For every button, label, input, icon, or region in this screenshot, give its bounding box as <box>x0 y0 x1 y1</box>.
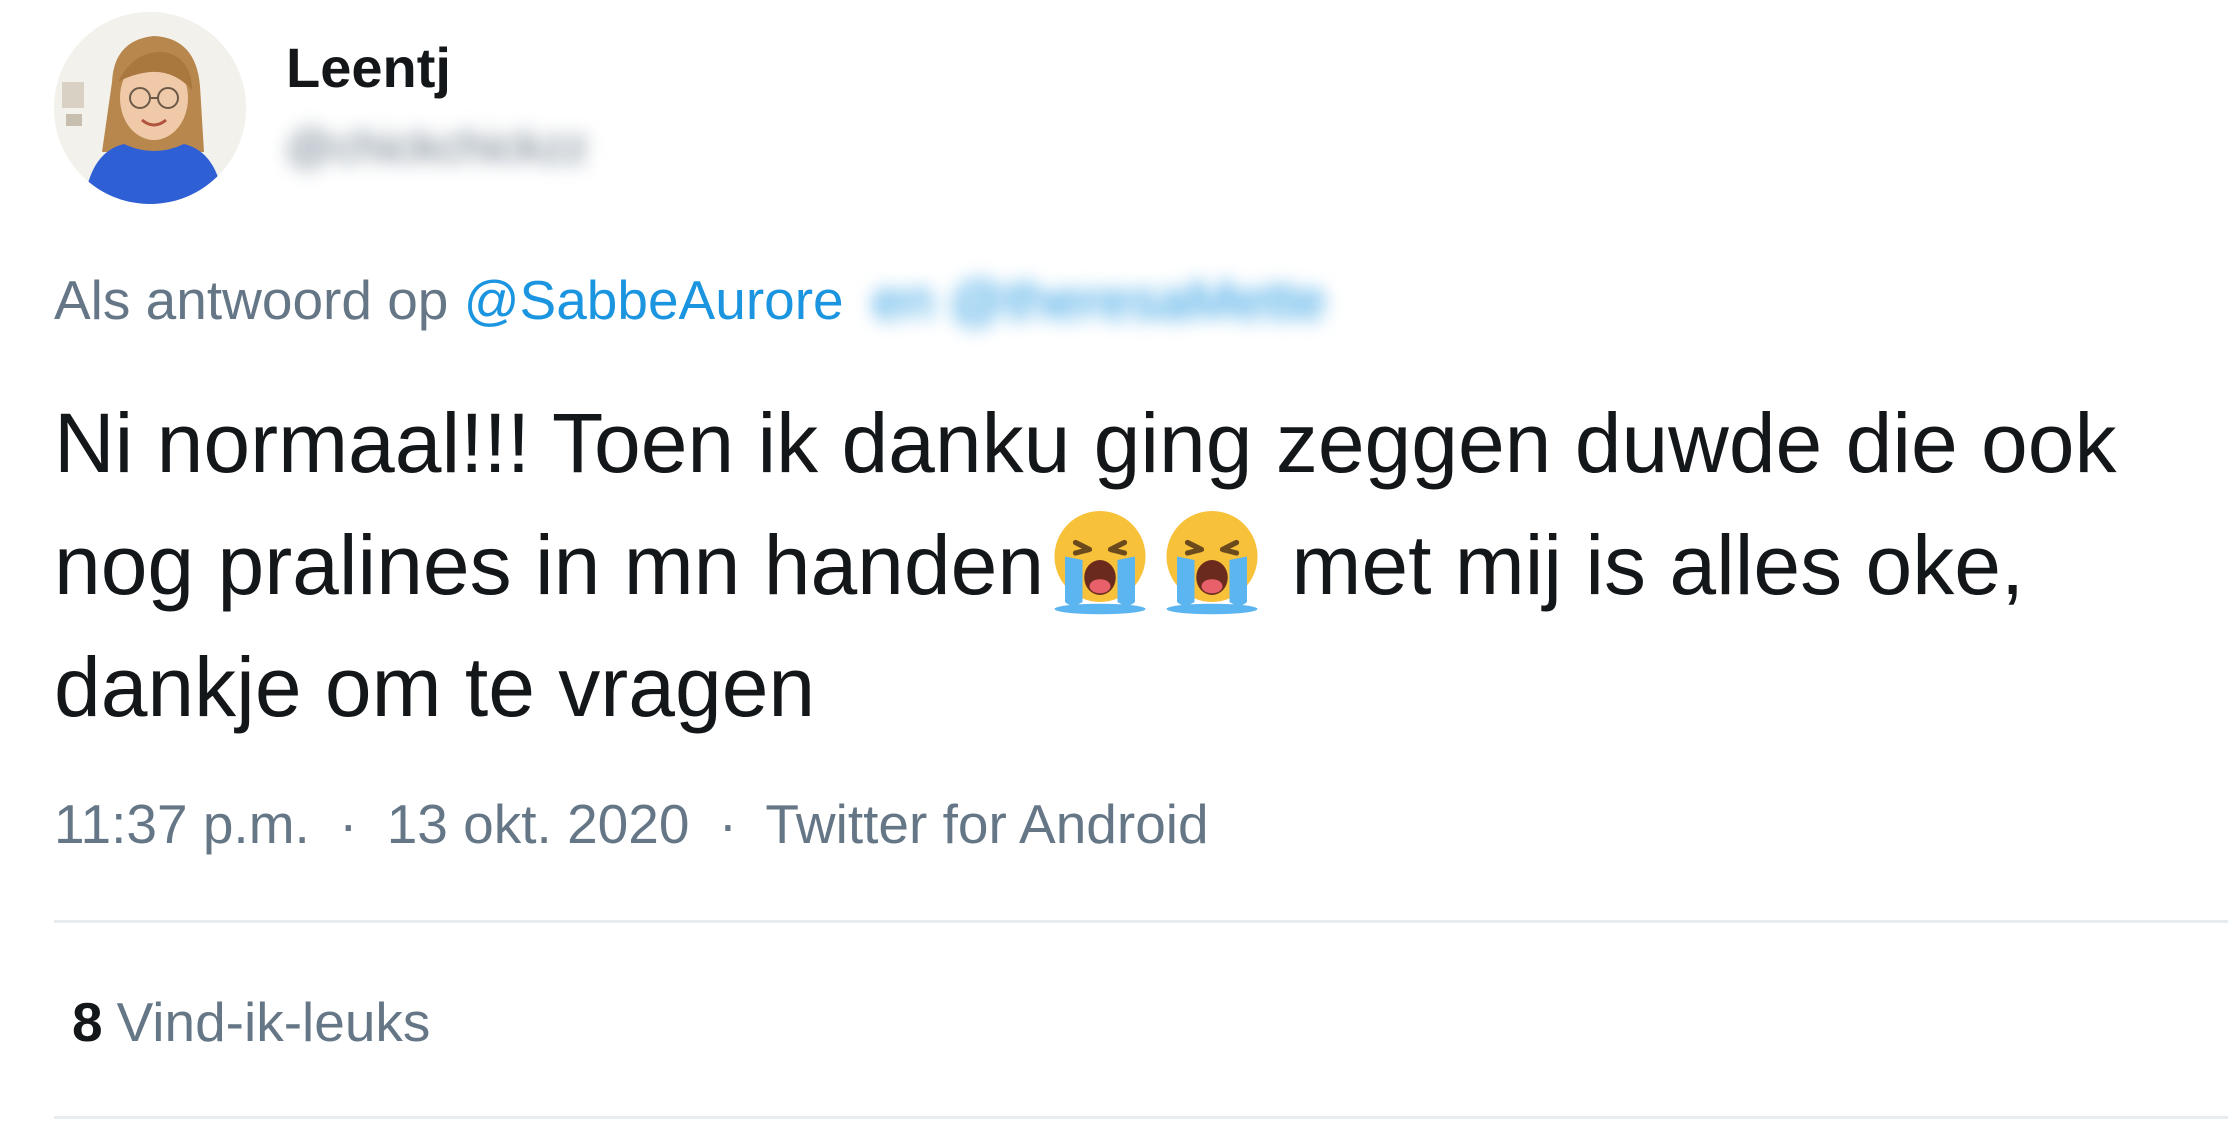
user-handle[interactable]: @chickchickzz <box>286 118 588 174</box>
loudly-crying-face-icon <box>1156 504 1268 616</box>
reply-more-mentions[interactable]: en @theresaMette <box>873 269 1326 331</box>
tweet-line-2-start: nog pralines in mn handen <box>54 518 1045 612</box>
likes-label: Vind-ik-leuks <box>116 991 431 1053</box>
tweet-line-3: dankje om te vragen <box>54 640 816 734</box>
avatar[interactable] <box>54 12 246 204</box>
likes-stat[interactable]: 8 Vind-ik-leuks <box>72 988 430 1056</box>
reply-prefix: Als antwoord op <box>54 269 449 331</box>
tweet-line-2-end: met mij is alles oke, <box>1268 518 2025 612</box>
tweet-source-link[interactable]: Twitter for Android <box>765 793 1208 855</box>
tweet-line-1: Ni normaal!!! Toen ik danku ging zeggen … <box>54 396 2117 490</box>
tweet-text: Ni normaal!!! Toen ik danku ging zeggen … <box>54 382 2194 748</box>
profile-photo-icon <box>54 12 246 204</box>
loudly-crying-face-icon <box>1044 504 1156 616</box>
tweet-time[interactable]: 11:37 p.m. <box>54 793 310 855</box>
tweet-meta: 11:37 p.m. · 13 okt. 2020 · Twitter for … <box>54 790 1209 858</box>
meta-separator: · <box>718 793 738 855</box>
meta-separator: · <box>339 793 358 855</box>
tweet-date[interactable]: 13 okt. 2020 <box>387 793 690 855</box>
reply-mention-link[interactable]: @SabbeAurore <box>464 269 844 331</box>
reply-context: Als antwoord op @SabbeAurore en @theresa… <box>54 266 1326 334</box>
divider <box>54 920 2228 923</box>
likes-count: 8 <box>72 991 103 1053</box>
divider <box>54 1116 2228 1119</box>
display-name[interactable]: Leentj <box>286 36 451 100</box>
